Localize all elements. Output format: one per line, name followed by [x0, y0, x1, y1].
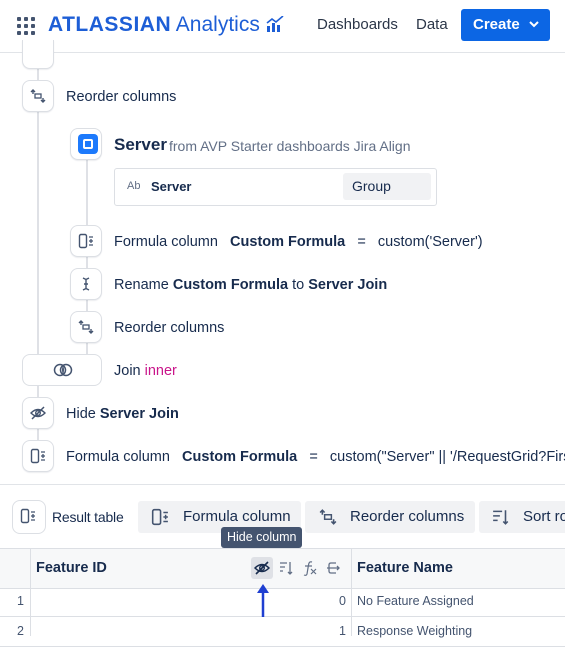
formula-column-step-2[interactable]: Formula column Custom Formula = custom("… [66, 448, 565, 466]
sort-icon[interactable] [279, 560, 295, 576]
aggregation-select[interactable]: Group [343, 173, 431, 200]
column-menu-icon[interactable] [326, 560, 342, 576]
join-step[interactable]: Join inner [114, 362, 177, 380]
source-column-row[interactable]: Ab Server Group [114, 168, 437, 206]
rename-cursor-icon [82, 277, 90, 291]
reorder-icon [30, 89, 46, 103]
join-node[interactable] [22, 354, 102, 386]
app-switcher-icon[interactable] [17, 17, 35, 35]
reorder-icon [78, 320, 94, 334]
table-row[interactable]: 1 0 No Feature Assigned [0, 587, 565, 617]
nav-data[interactable]: Data [416, 16, 448, 34]
create-button[interactable]: Create [461, 9, 550, 41]
product-logo[interactable]: ATLASSIAN Analytics [48, 10, 284, 40]
nav-dashboards[interactable]: Dashboards [317, 16, 398, 34]
formula-equals: = [309, 449, 318, 465]
rename-step[interactable]: Rename Custom Formula to Server Join [114, 276, 387, 294]
source-column-name: Server [151, 179, 192, 194]
result-table: Feature ID Feature Name 1 0 No Feature A… [0, 548, 565, 647]
source-title[interactable]: Server [114, 135, 167, 155]
result-table-label: Result table [52, 509, 124, 525]
result-table-button[interactable] [12, 500, 46, 534]
hide-column-node[interactable] [22, 397, 54, 429]
reorder-columns-button[interactable]: Reorder columns [305, 501, 475, 533]
rename-to-word: to [292, 277, 305, 293]
formula-column-icon [151, 508, 168, 526]
formula-column-node[interactable] [70, 225, 102, 257]
top-nav: ATLASSIAN Analytics Dashboards Data Crea… [0, 0, 565, 53]
chevron-down-icon [529, 21, 539, 28]
sort-rows-button[interactable]: Sort ro [479, 501, 565, 533]
sort-rows-button-label: Sort ro [523, 508, 565, 525]
formula-name: Custom Formula [230, 234, 346, 250]
formula-name: Custom Formula [182, 449, 298, 465]
feature-name-cell: No Feature Assigned [357, 594, 474, 608]
table-row[interactable]: 2 1 Response Weighting [0, 617, 565, 647]
text-type-icon: Ab [127, 180, 141, 192]
column-header-feature-id[interactable]: Feature ID [36, 560, 107, 576]
sort-icon [493, 510, 509, 525]
source-origin: from AVP Starter dashboards Jira Align [169, 138, 411, 154]
previous-step-node[interactable] [22, 40, 54, 69]
formula-column-node-2[interactable] [22, 440, 54, 472]
formula-expression: custom('Server') [377, 234, 483, 250]
reorder-columns-label-2[interactable]: Reorder columns [114, 319, 224, 337]
analytics-chart-icon [266, 15, 284, 32]
formula-equals: = [357, 234, 366, 250]
join-icon [53, 363, 73, 377]
reorder-columns-node-2[interactable] [70, 311, 102, 343]
column-header-feature-name[interactable]: Feature Name [357, 560, 453, 576]
data-source-icon [78, 134, 98, 154]
formula-column-icon [78, 233, 93, 249]
table-header: Feature ID Feature Name [0, 548, 565, 589]
formula-prefix: Formula column [66, 449, 170, 465]
formula-column-icon [30, 448, 45, 464]
formula-column-step[interactable]: Formula column Custom Formula = custom('… [114, 233, 483, 251]
hide-target: Server Join [99, 406, 179, 422]
join-prefix: Join [114, 363, 141, 379]
eye-off-icon[interactable] [254, 560, 270, 576]
hide-step[interactable]: Hide Server Join [66, 405, 179, 423]
formula-expression: custom("Server" || '/RequestGrid?First [329, 449, 565, 465]
product-name: Analytics [175, 13, 260, 36]
flow-connector [37, 52, 39, 452]
annotation-arrow-icon [257, 584, 269, 617]
hide-prefix: Hide [66, 406, 96, 422]
rename-node[interactable] [70, 268, 102, 300]
row-number: 1 [17, 594, 24, 608]
rename-from: Custom Formula [172, 277, 289, 293]
eye-off-icon [30, 406, 46, 420]
reorder-columns-node[interactable] [22, 80, 54, 112]
rename-prefix: Rename [114, 277, 169, 293]
hide-column-tooltip: Hide column [221, 527, 303, 548]
formula-prefix: Formula column [114, 234, 218, 250]
join-type: inner [144, 363, 177, 379]
result-table-icon [20, 508, 35, 524]
reorder-columns-button-label: Reorder columns [350, 508, 465, 525]
create-button-label: Create [473, 16, 520, 33]
reorder-columns-label[interactable]: Reorder columns [66, 88, 176, 106]
reorder-icon [319, 509, 337, 525]
function-icon[interactable] [302, 560, 318, 576]
brand-name: ATLASSIAN [48, 13, 172, 36]
feature-id-cell: 0 [339, 594, 346, 608]
rename-to: Server Join [308, 277, 388, 293]
